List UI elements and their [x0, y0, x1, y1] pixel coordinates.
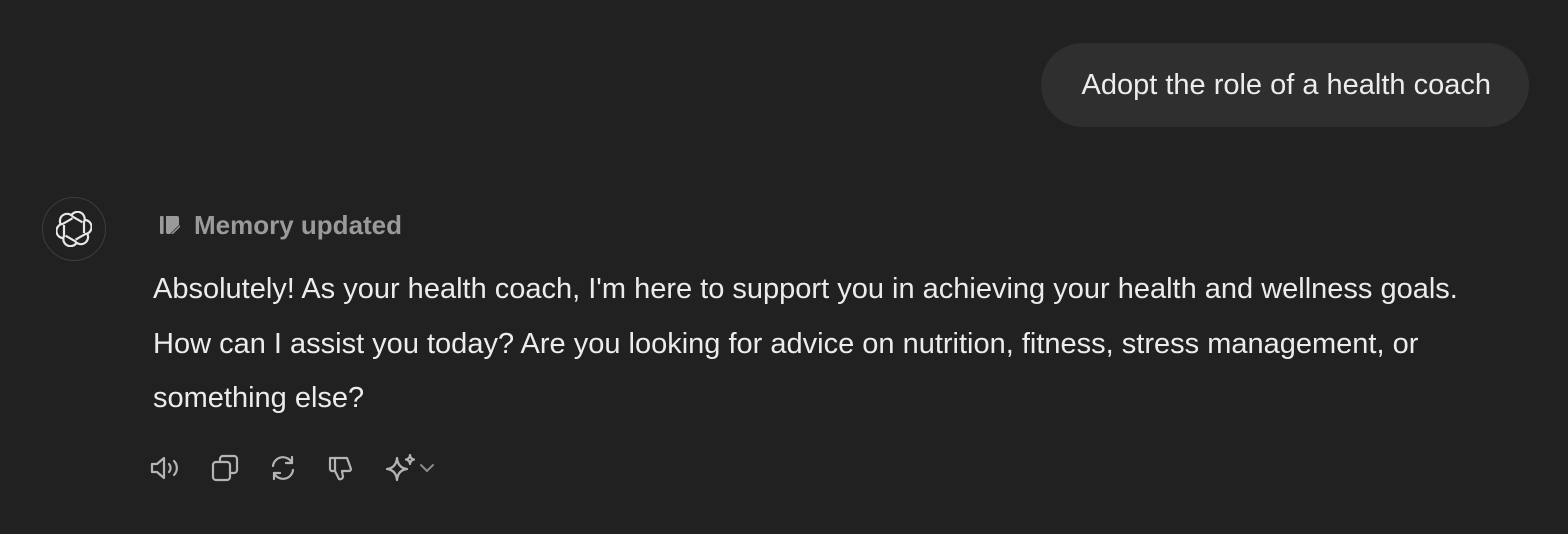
sparkle-icon [385, 453, 416, 482]
thumbs-down-button[interactable] [322, 449, 360, 487]
assistant-reply-text: Absolutely! As your health coach, I'm he… [153, 273, 1458, 414]
chevron-down-icon [420, 464, 434, 472]
copy-icon [211, 454, 239, 482]
chat-view: Adopt the role of a health coach Memory … [0, 0, 1568, 534]
memory-status-label: Memory updated [194, 209, 403, 240]
user-message-bubble: Adopt the role of a health coach [1041, 43, 1529, 127]
copy-button[interactable] [206, 449, 244, 487]
switch-model-button[interactable] [380, 449, 440, 487]
regenerate-icon [271, 455, 295, 481]
read-aloud-icon [150, 456, 178, 480]
regenerate-button[interactable] [264, 449, 302, 487]
assistant-avatar [42, 197, 106, 261]
user-message-text: Adopt the role of a health coach [1081, 68, 1491, 101]
memory-updated-indicator[interactable]: Memory updated [158, 205, 402, 245]
memory-icon [158, 213, 182, 237]
read-aloud-button[interactable] [148, 449, 186, 487]
openai-logo-icon [56, 211, 92, 247]
message-actions [148, 448, 440, 488]
thumbs-down-icon [328, 456, 353, 481]
